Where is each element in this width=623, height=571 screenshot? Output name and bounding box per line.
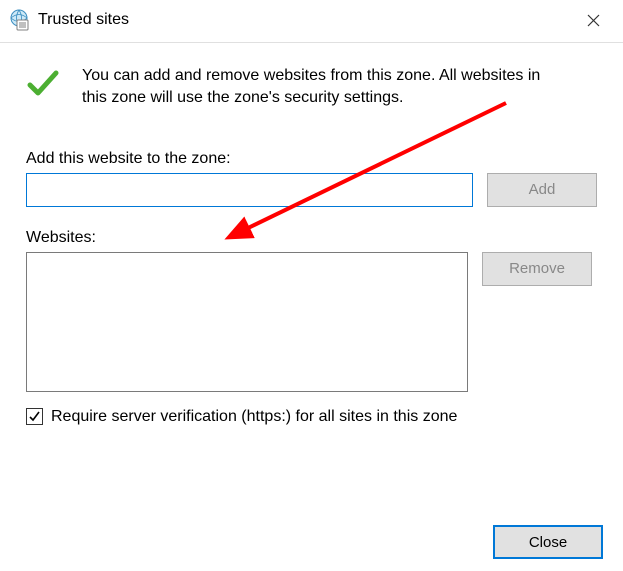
close-button[interactable]: Close bbox=[493, 525, 603, 559]
info-text: You can add and remove websites from thi… bbox=[82, 65, 552, 110]
window-title: Trusted sites bbox=[38, 11, 129, 29]
checkbox-icon bbox=[26, 408, 43, 425]
websites-label: Websites: bbox=[26, 229, 597, 247]
titlebar: Trusted sites bbox=[0, 0, 623, 43]
dialog-footer: Close bbox=[493, 525, 603, 559]
add-website-input[interactable] bbox=[26, 173, 473, 207]
require-https-label: Require server verification (https:) for… bbox=[51, 408, 457, 426]
add-button[interactable]: Add bbox=[487, 173, 597, 207]
window-close-button[interactable] bbox=[571, 6, 615, 34]
globe-icon bbox=[8, 9, 30, 31]
add-website-label: Add this website to the zone: bbox=[26, 150, 597, 168]
remove-button[interactable]: Remove bbox=[482, 252, 592, 286]
websites-listbox[interactable] bbox=[26, 252, 468, 392]
dialog-content: You can add and remove websites from thi… bbox=[0, 43, 623, 436]
checkmark-icon bbox=[26, 67, 60, 105]
require-https-checkbox[interactable]: Require server verification (https:) for… bbox=[26, 408, 597, 426]
